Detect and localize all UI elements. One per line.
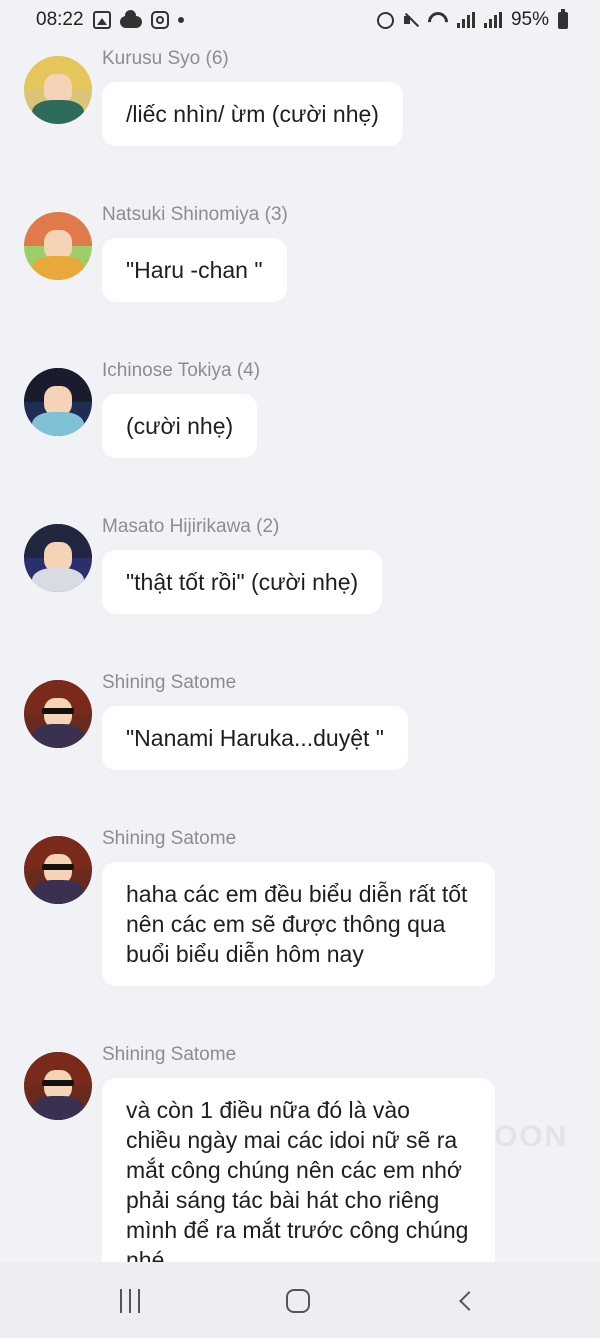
signal-icon: [456, 12, 475, 28]
home-icon[interactable]: [278, 1286, 318, 1316]
avatar[interactable]: [24, 368, 92, 436]
sender-name: Shining Satome: [102, 1044, 237, 1065]
status-left: 08:22: [36, 9, 184, 31]
status-bar: 08:22 95%: [0, 0, 600, 40]
message-bubble[interactable]: (cười nhẹ): [102, 394, 258, 458]
status-right: 95%: [376, 8, 568, 31]
message-bubble[interactable]: và còn 1 điều nữa đó là vào chiều ngày m…: [102, 1078, 495, 1262]
alarm-icon: [376, 11, 394, 29]
sender-name: Natsuki Shinomiya (3): [102, 204, 288, 225]
avatar[interactable]: [24, 56, 92, 124]
sender-name: Kurusu Syo (6): [102, 48, 229, 69]
watermark: OON: [494, 1120, 569, 1153]
instagram-icon: [150, 11, 169, 29]
message-bubble[interactable]: haha các em đều biểu diễn rất tốt nên cá…: [102, 862, 495, 986]
sender-name: Shining Satome: [102, 828, 237, 849]
wifi-icon: [428, 12, 448, 28]
avatar[interactable]: [24, 836, 92, 904]
battery-level: 95%: [510, 9, 549, 30]
chat-list[interactable]: Kurusu Syo (6) /liếc nhìn/ ừm (cười nhẹ)…: [0, 40, 600, 1262]
message-bubble[interactable]: "Haru -chan ": [102, 238, 287, 302]
mute-icon: [403, 12, 419, 28]
avatar[interactable]: [24, 524, 92, 592]
status-time: 08:22: [36, 9, 84, 30]
navigation-bar: [0, 1262, 600, 1338]
message-bubble[interactable]: "thật tốt rồi" (cười nhẹ): [102, 550, 383, 614]
avatar[interactable]: [24, 212, 92, 280]
message-bubble[interactable]: "Nanami Haruka...duyệt ": [102, 706, 408, 770]
avatar[interactable]: [24, 680, 92, 748]
signal-icon: [483, 12, 502, 28]
message-bubble[interactable]: /liếc nhìn/ ừm (cười nhẹ): [102, 82, 403, 146]
sender-name: Masato Hijirikawa (2): [102, 516, 280, 537]
battery-icon: [558, 8, 568, 29]
sender-name: Shining Satome: [102, 672, 237, 693]
cloud-icon: [119, 10, 142, 28]
back-icon[interactable]: [446, 1286, 486, 1316]
dot-icon: [177, 17, 184, 23]
recents-icon[interactable]: [110, 1286, 150, 1316]
sender-name: Ichinose Tokiya (4): [102, 360, 261, 381]
avatar[interactable]: [24, 1052, 92, 1120]
image-icon: [92, 11, 111, 29]
